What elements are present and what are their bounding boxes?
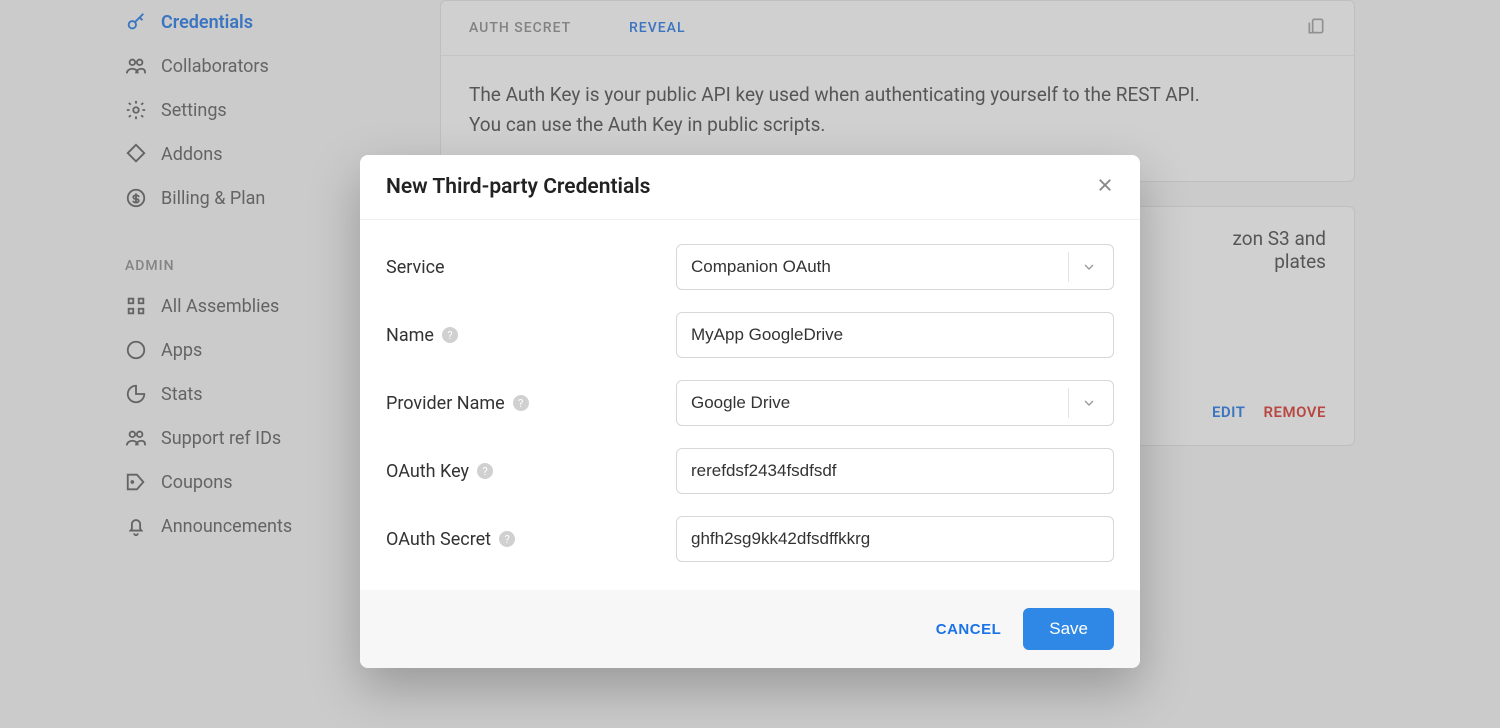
provider-row: Provider Name ? xyxy=(386,380,1114,426)
help-icon[interactable]: ? xyxy=(499,531,515,547)
oauth-secret-input[interactable] xyxy=(676,516,1114,562)
oauth-key-row: OAuth Key ? xyxy=(386,448,1114,494)
service-label: Service xyxy=(386,257,676,278)
service-value[interactable] xyxy=(676,244,1114,290)
oauth-key-input[interactable] xyxy=(676,448,1114,494)
cancel-button[interactable]: CANCEL xyxy=(936,621,1002,638)
name-input[interactable] xyxy=(676,312,1114,358)
oauth-secret-row: OAuth Secret ? xyxy=(386,516,1114,562)
name-row: Name ? xyxy=(386,312,1114,358)
modal-title: New Third-party Credentials xyxy=(386,175,651,199)
save-button[interactable]: Save xyxy=(1023,608,1114,650)
modal-body: Service Name ? Provider Name xyxy=(360,220,1140,590)
modal-overlay[interactable]: New Third-party Credentials Service xyxy=(0,0,1500,728)
service-select[interactable] xyxy=(676,244,1114,290)
close-icon[interactable] xyxy=(1096,176,1114,198)
modal-footer: CANCEL Save xyxy=(360,590,1140,668)
oauth-secret-label: OAuth Secret ? xyxy=(386,529,676,550)
name-label: Name ? xyxy=(386,325,676,346)
oauth-key-label: OAuth Key ? xyxy=(386,461,676,482)
provider-label: Provider Name ? xyxy=(386,393,676,414)
help-icon[interactable]: ? xyxy=(442,327,458,343)
modal-header: New Third-party Credentials xyxy=(360,155,1140,220)
provider-value[interactable] xyxy=(676,380,1114,426)
new-credentials-modal: New Third-party Credentials Service xyxy=(360,155,1140,668)
service-row: Service xyxy=(386,244,1114,290)
provider-select[interactable] xyxy=(676,380,1114,426)
help-icon[interactable]: ? xyxy=(513,395,529,411)
help-icon[interactable]: ? xyxy=(477,463,493,479)
